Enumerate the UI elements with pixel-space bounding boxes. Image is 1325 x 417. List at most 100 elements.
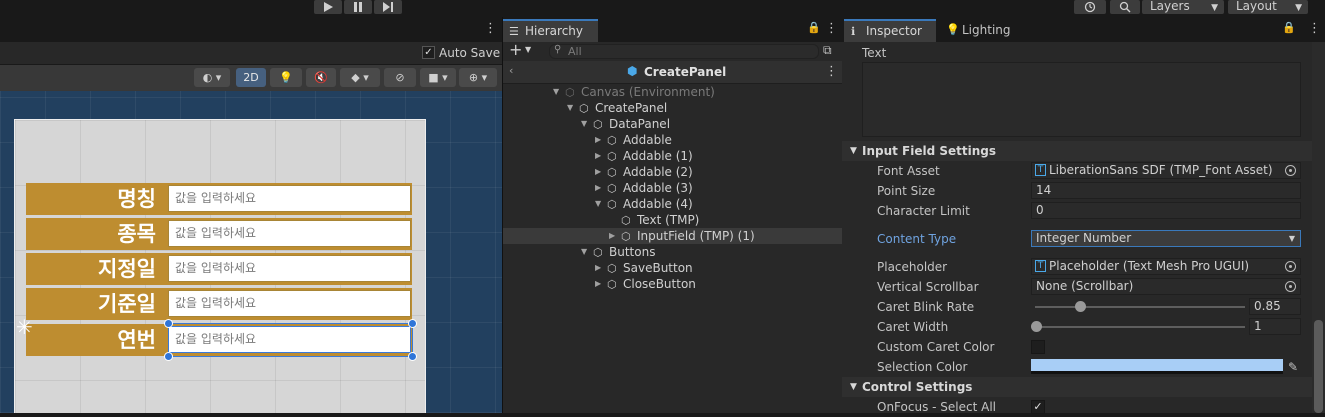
point-size-field[interactable]: 14 xyxy=(1031,182,1301,199)
form-row-label: 연번 xyxy=(117,328,156,352)
hierarchy-item[interactable]: ▶ ⬡ Addable (2) xyxy=(503,164,842,180)
vertical-scrollbar-row: Vertical Scrollbar None (Scrollbar) xyxy=(842,277,1312,297)
hierarchy-item[interactable]: ▶ ⬡ CloseButton xyxy=(503,276,842,292)
audio-toggle-button[interactable]: 🔇 xyxy=(306,68,336,87)
hierarchy-item[interactable]: ▶ ⬡ SaveButton xyxy=(503,260,842,276)
form-row-input[interactable]: 값을 입력하세요 xyxy=(168,185,411,212)
point-size-row: Point Size 14 xyxy=(842,181,1312,201)
hidden-objects-toggle[interactable]: ⊘ xyxy=(384,68,416,87)
input-field-settings-header[interactable]: ▼ Input Field Settings xyxy=(842,141,1312,161)
onfocus-select-all-checkbox[interactable]: ✓ xyxy=(1031,400,1045,414)
character-limit-field[interactable]: 0 xyxy=(1031,202,1301,219)
hierarchy-item[interactable]: ▼ ⬡ Addable (4) xyxy=(503,196,842,212)
object-picker-icon[interactable] xyxy=(1285,281,1296,292)
hierarchy-item[interactable]: ▶ ⬡ Addable (1) xyxy=(503,148,842,164)
expand-arrow-icon[interactable]: ▼ xyxy=(553,84,559,100)
more-options-icon[interactable]: ⋮ xyxy=(825,64,838,79)
selection-rect xyxy=(168,323,413,357)
toggle-2d-button[interactable]: 2D xyxy=(236,68,266,87)
form-row-input[interactable]: 값을 입력하세요 xyxy=(168,290,411,317)
resize-handle[interactable] xyxy=(408,319,417,328)
inspector-scrollbar[interactable] xyxy=(1312,42,1325,413)
play-button[interactable] xyxy=(314,0,342,14)
caret-blink-rate-value[interactable]: 0.85 xyxy=(1249,298,1301,315)
collapsed-arrow-icon[interactable]: ▶ xyxy=(595,260,601,276)
selection-color-swatch[interactable] xyxy=(1031,359,1283,374)
collapsed-arrow-icon[interactable]: ▶ xyxy=(595,132,601,148)
add-object-button[interactable]: + xyxy=(509,40,522,59)
scrollbar-thumb[interactable] xyxy=(1314,320,1323,413)
step-button[interactable] xyxy=(374,0,402,14)
lock-icon[interactable]: 🔒 xyxy=(1282,21,1296,34)
collapsed-arrow-icon[interactable]: ▶ xyxy=(595,276,601,292)
camera-dropdown[interactable]: ■ ▾ xyxy=(420,68,456,87)
resize-handle[interactable] xyxy=(164,319,173,328)
expand-arrow-icon[interactable]: ▼ xyxy=(567,100,573,116)
hierarchy-item[interactable]: ▶ ⬡ Addable xyxy=(503,132,842,148)
hierarchy-item[interactable]: ▼ ⬡ DataPanel xyxy=(503,116,842,132)
section-title: Input Field Settings xyxy=(862,144,997,158)
more-options-icon[interactable]: ⋮ xyxy=(1308,21,1321,36)
pause-button[interactable] xyxy=(344,0,372,14)
slider-knob[interactable] xyxy=(1031,321,1042,332)
search-icon xyxy=(1119,1,1131,13)
caret-width-value[interactable]: 1 xyxy=(1249,318,1301,335)
caret-blink-rate-slider[interactable] xyxy=(1035,306,1245,308)
eyedropper-icon[interactable]: ✎ xyxy=(1288,357,1298,377)
slider-knob[interactable] xyxy=(1075,301,1086,312)
collapsed-arrow-icon[interactable]: ▶ xyxy=(595,180,601,196)
search-button[interactable] xyxy=(1110,0,1140,14)
layers-dropdown[interactable]: Layers ▼ xyxy=(1142,0,1224,14)
placeholder-field[interactable]: T Placeholder (Text Mesh Pro UGUI) xyxy=(1031,258,1301,275)
shading-mode-button[interactable]: ◐ ▾ xyxy=(194,68,230,87)
gizmos-dropdown[interactable]: ⊕ ▾ xyxy=(459,68,497,87)
tab-inspector[interactable]: ℹ Inspector xyxy=(844,19,936,42)
layout-dropdown[interactable]: Layout ▼ xyxy=(1228,0,1308,14)
back-chevron-icon[interactable]: ‹ xyxy=(509,64,513,77)
more-options-icon[interactable]: ⋮ xyxy=(484,21,497,36)
collapsed-arrow-icon[interactable]: ▶ xyxy=(595,164,601,180)
tab-hierarchy[interactable]: ☰ Hierarchy xyxy=(503,19,598,42)
lock-icon[interactable]: 🔒 xyxy=(807,21,821,34)
text-area-input[interactable] xyxy=(862,62,1301,137)
scene-search-icon[interactable]: ⧉ xyxy=(823,43,832,58)
undo-history-button[interactable] xyxy=(1074,0,1106,14)
hierarchy-item[interactable]: ⬡ Text (TMP) xyxy=(503,212,842,228)
scene-viewport[interactable]: 명칭 값을 입력하세요 종목 값을 입력하세요 지정일 값을 입력하세요 기준일… xyxy=(0,91,502,413)
caret-width-slider[interactable] xyxy=(1035,326,1245,328)
object-picker-icon[interactable] xyxy=(1285,165,1296,176)
collapsed-arrow-icon[interactable]: ▶ xyxy=(609,228,615,244)
font-asset-field[interactable]: T LiberationSans SDF (TMP_Font Asset) xyxy=(1031,162,1301,179)
caret-blink-rate-label: Caret Blink Rate xyxy=(877,300,975,314)
content-type-dropdown[interactable]: Integer Number ▼ xyxy=(1031,230,1301,247)
anchor-icon[interactable]: ✳ xyxy=(16,315,33,339)
form-row-input[interactable]: 값을 입력하세요 xyxy=(168,220,411,247)
more-options-icon[interactable]: ⋮ xyxy=(825,21,838,36)
resize-handle[interactable] xyxy=(164,352,173,361)
expand-arrow-icon[interactable]: ▼ xyxy=(595,196,601,212)
vertical-scrollbar-field[interactable]: None (Scrollbar) xyxy=(1031,278,1301,295)
autosave-checkbox[interactable]: ✓ xyxy=(422,46,435,59)
object-picker-icon[interactable] xyxy=(1285,261,1296,272)
hierarchy-item[interactable]: ▼ ⬡ Canvas (Environment) xyxy=(503,84,842,100)
tab-lighting[interactable]: 💡 Lighting xyxy=(942,20,1011,42)
effects-dropdown[interactable]: ◆ ▾ xyxy=(340,68,380,87)
lighting-toggle-button[interactable]: 💡 xyxy=(270,68,302,87)
hierarchy-item-label: Addable (1) xyxy=(623,149,693,163)
form-row: 명칭 값을 입력하세요 xyxy=(26,183,412,215)
hierarchy-item-label: Buttons xyxy=(609,245,656,259)
collapsed-arrow-icon[interactable]: ▶ xyxy=(595,148,601,164)
expand-arrow-icon[interactable]: ▼ xyxy=(581,244,587,260)
custom-caret-color-checkbox[interactable] xyxy=(1031,340,1045,354)
control-settings-header[interactable]: ▼ Control Settings xyxy=(842,377,1312,397)
expand-arrow-icon[interactable]: ▼ xyxy=(581,116,587,132)
hierarchy-item[interactable]: ▼ ⬡ CreatePanel xyxy=(503,100,842,116)
hierarchy-item-selected[interactable]: ▶ ⬡ InputField (TMP) (1) xyxy=(503,228,842,244)
form-row-input[interactable]: 값을 입력하세요 xyxy=(168,255,411,282)
hierarchy-item[interactable]: ▶ ⬡ Addable (3) xyxy=(503,180,842,196)
hierarchy-item[interactable]: ▼ ⬡ Buttons xyxy=(503,244,842,260)
vertical-scrollbar-label: Vertical Scrollbar xyxy=(877,280,979,294)
resize-handle[interactable] xyxy=(408,352,417,361)
hierarchy-item-label: Addable (4) xyxy=(623,197,693,211)
hierarchy-search-input[interactable]: ⚲ All xyxy=(549,44,819,59)
